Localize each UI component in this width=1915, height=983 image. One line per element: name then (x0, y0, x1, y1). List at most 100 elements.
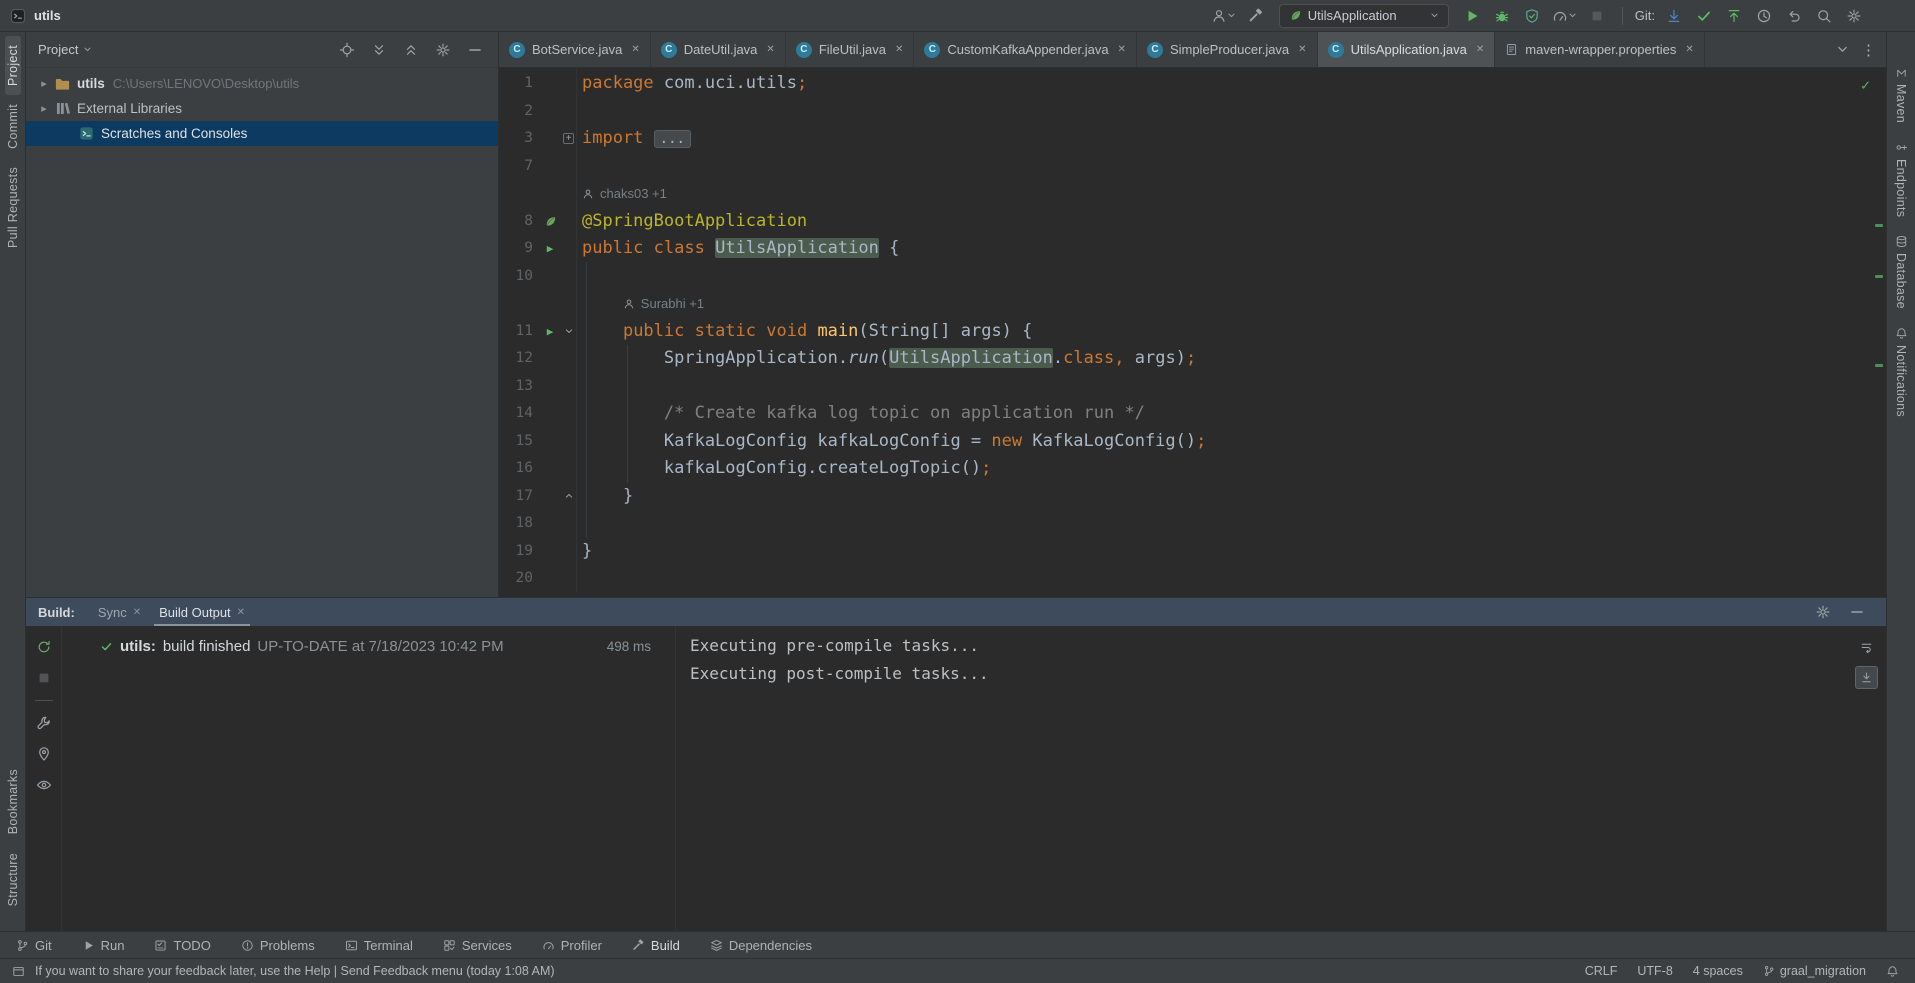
close-tab-icon[interactable]: ✕ (895, 44, 903, 55)
editor-stripe-mark[interactable] (1875, 364, 1883, 367)
tool-window-button-profiler[interactable]: Profiler (542, 938, 602, 953)
rollback-button[interactable] (1781, 4, 1807, 28)
code-line[interactable]: 13 (499, 373, 1886, 401)
spring-gutter-icon[interactable] (544, 215, 557, 228)
soft-wrap-button[interactable] (1855, 636, 1878, 659)
close-tab-icon[interactable]: ✕ (133, 607, 141, 618)
editor-stripe-mark[interactable] (1875, 224, 1883, 227)
settings-button[interactable] (1841, 4, 1867, 28)
tree-item-utils[interactable]: ▸utilsC:\Users\LENOVO\Desktop\utils (26, 71, 498, 96)
close-tab-icon[interactable]: ✕ (1476, 44, 1484, 55)
collapse-all-button[interactable] (402, 41, 420, 59)
code-line[interactable]: 14 /* Create kafka log topic on applicat… (499, 400, 1886, 428)
code-editor[interactable]: 1package com.uci.utils;23+import ...7cha… (499, 68, 1886, 597)
scroll-to-end-button[interactable] (1855, 666, 1878, 689)
tool-window-button-bookmarks[interactable]: Bookmarks (5, 760, 21, 843)
notifications-icon[interactable] (1886, 965, 1899, 978)
line-ending-widget[interactable]: CRLF (1585, 964, 1618, 978)
push-button[interactable] (1721, 4, 1747, 28)
code-line[interactable]: 11▶ public static void main(String[] arg… (499, 318, 1886, 346)
tool-window-button-problems[interactable]: Problems (241, 938, 315, 953)
tree-chevron-icon[interactable]: ▸ (36, 102, 52, 115)
update-project-button[interactable] (1661, 4, 1687, 28)
build-console[interactable]: Executing pre-compile tasks...Executing … (676, 626, 1886, 931)
preview-button[interactable] (35, 776, 53, 794)
tool-window-button-terminal[interactable]: Terminal (345, 938, 413, 953)
editor-tab-utilsapplication-java[interactable]: CUtilsApplication.java✕ (1318, 32, 1496, 67)
stop-build-button[interactable] (35, 669, 53, 687)
tree-item-scratches-and-consoles[interactable]: Scratches and Consoles (26, 121, 498, 146)
tool-window-button-endpoints[interactable]: Endpoints (1894, 141, 1908, 217)
code-line[interactable]: 1package com.uci.utils; (499, 70, 1886, 98)
fold-expand-icon[interactable]: + (563, 133, 574, 144)
close-tab-icon[interactable]: ✕ (1118, 44, 1126, 55)
close-tab-icon[interactable]: ✕ (631, 44, 639, 55)
code-line[interactable]: 10 (499, 263, 1886, 291)
fold-collapse-icon[interactable] (563, 325, 575, 337)
tool-window-button-notifications[interactable]: Notifications (1894, 327, 1908, 417)
build-tab-build-output[interactable]: Build Output✕ (150, 598, 254, 626)
editor-tab-customkafkaappender-java[interactable]: CCustomKafkaAppender.java✕ (914, 32, 1137, 67)
locate-file-button[interactable] (338, 41, 356, 59)
editor-tab-dateutil-java[interactable]: CDateUtil.java✕ (651, 32, 786, 67)
tool-window-button-structure[interactable]: Structure (5, 844, 21, 915)
build-settings-button[interactable] (1814, 603, 1832, 621)
code-author-label[interactable]: chaks03 +1 (600, 180, 667, 208)
editor-tab-botservice-java[interactable]: CBotService.java✕ (499, 32, 651, 67)
hidden-tabs-button[interactable] (1833, 41, 1851, 59)
code-line[interactable]: 12 SpringApplication.run(UtilsApplicatio… (499, 345, 1886, 373)
close-tab-icon[interactable]: ✕ (237, 607, 245, 618)
rerun-build-button[interactable] (35, 638, 53, 656)
code-line[interactable]: 19} (499, 538, 1886, 566)
editor-tab-fileutil-java[interactable]: CFileUtil.java✕ (786, 32, 915, 67)
run-gutter-icon[interactable]: ▶ (547, 326, 554, 337)
project-panel-title[interactable]: Project (38, 42, 78, 57)
expand-all-button[interactable] (370, 41, 388, 59)
code-line[interactable]: 15 KafkaLogConfig kafkaLogConfig = new K… (499, 428, 1886, 456)
user-menu-button[interactable] (1208, 4, 1239, 28)
tool-window-button-project[interactable]: Project (5, 36, 21, 95)
stop-button[interactable] (1584, 4, 1610, 28)
history-button[interactable] (1751, 4, 1777, 28)
encoding-widget[interactable]: UTF-8 (1637, 964, 1672, 978)
window-icon[interactable] (12, 965, 25, 978)
code-author-label[interactable]: Surabhi +1 (641, 290, 704, 318)
build-wrench-button[interactable] (35, 714, 53, 732)
editor-tab-simpleproducer-java[interactable]: CSimpleProducer.java✕ (1137, 32, 1318, 67)
code-line[interactable]: 2 (499, 98, 1886, 126)
build-result-row[interactable]: utils: build finished UP-TO-DATE at 7/18… (62, 632, 675, 660)
tool-window-button-commit[interactable]: Commit (5, 95, 21, 158)
tab-options-button[interactable]: ⋮ (1861, 41, 1876, 59)
profiler-button[interactable] (1549, 4, 1580, 28)
coverage-button[interactable] (1519, 4, 1545, 28)
code-line[interactable]: 9▶public class UtilsApplication { (499, 235, 1886, 263)
search-everywhere-button[interactable] (1811, 4, 1837, 28)
code-line[interactable]: 17 } (499, 483, 1886, 511)
indent-widget[interactable]: 4 spaces (1693, 964, 1743, 978)
close-tab-icon[interactable]: ✕ (1298, 44, 1306, 55)
run-configuration-select[interactable]: UtilsApplication (1279, 4, 1449, 28)
tree-chevron-icon[interactable]: ▸ (36, 77, 52, 90)
close-tab-icon[interactable]: ✕ (766, 44, 774, 55)
code-line[interactable]: 8@SpringBootApplication (499, 208, 1886, 236)
tool-window-button-todo[interactable]: TODO (154, 938, 210, 953)
run-gutter-icon[interactable]: ▶ (547, 243, 554, 254)
pin-button[interactable] (35, 745, 53, 763)
commit-button[interactable] (1691, 4, 1717, 28)
close-tab-icon[interactable]: ✕ (1685, 44, 1693, 55)
inspection-status-icon[interactable]: ✓ (1861, 76, 1870, 94)
tool-window-button-database[interactable]: Database (1894, 235, 1908, 309)
tool-window-button-build[interactable]: Build (632, 938, 680, 953)
project-options-button[interactable] (434, 41, 452, 59)
tool-window-button-services[interactable]: Services (443, 938, 512, 953)
code-line[interactable]: 7 (499, 153, 1886, 181)
tree-item-external-libraries[interactable]: ▸External Libraries (26, 96, 498, 121)
tool-window-button-pull-requests[interactable]: Pull Requests (5, 158, 21, 257)
editor-tab-maven-wrapper-properties[interactable]: maven-wrapper.properties✕ (1495, 32, 1704, 67)
tool-window-button-git[interactable]: Git (16, 938, 52, 953)
build-tab-sync[interactable]: Sync✕ (89, 598, 150, 626)
code-line[interactable]: 16 kafkaLogConfig.createLogTopic(); (499, 455, 1886, 483)
hide-panel-button[interactable] (466, 41, 484, 59)
tool-window-button-dependencies[interactable]: Dependencies (710, 938, 812, 953)
tool-window-button-maven[interactable]: Maven (1894, 66, 1908, 123)
